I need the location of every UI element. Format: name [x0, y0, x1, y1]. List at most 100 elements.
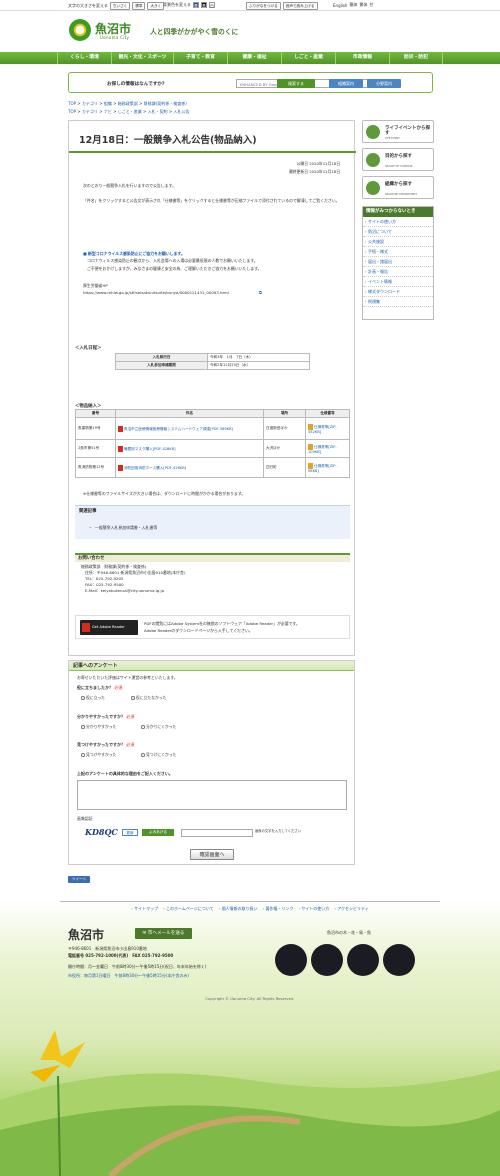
breadcrumb-link[interactable]: しごと・産業: [118, 109, 142, 114]
breadcrumb-link[interactable]: TOP: [68, 101, 76, 106]
table-row: 入札執行日 令和3年 1月 7日（木）: [115, 353, 310, 362]
search-panel: お探しの情報はなんですか? ENHANCED BY Google 検索する 組織…: [68, 72, 433, 93]
radio-icon[interactable]: [81, 753, 85, 757]
breadcrumb-link[interactable]: 入札公告: [174, 109, 190, 114]
tweet-button[interactable]: ツイート: [68, 876, 90, 883]
nav-item-industry[interactable]: しごと・産業: [281, 52, 335, 64]
table-row: 2魚市第51号 備蓄用マスク購入[PDF-428KB] 大沢ほか 仕様書等[ZI…: [75, 439, 350, 458]
file-size-note: ※仕様書等のファイルサイズが大きい場合は、ダウンロードに時間がかかる場合がありま…: [83, 491, 246, 496]
related-heading: 関連記事: [79, 509, 97, 514]
help-link[interactable]: 計画・報告: [363, 267, 433, 277]
breadcrumb-link[interactable]: カテゴリ: [82, 109, 98, 114]
breadcrumb-link[interactable]: TOP: [68, 109, 76, 114]
related-link[interactable]: 一般競争入札参加申請書・入札書等: [95, 525, 157, 531]
item-number: 2魚市第51号: [75, 439, 116, 458]
item-location: 四日町: [263, 457, 306, 478]
schedule-value: 令和3年 1月 7日（木）: [207, 353, 310, 362]
font-small-button[interactable]: ちいさく: [109, 2, 131, 10]
footer-link[interactable]: 個人情報の取り扱い: [219, 906, 258, 912]
breadcrumb-link[interactable]: 入札・契約: [148, 109, 168, 114]
nav-item-city-info[interactable]: 市政情報: [335, 52, 389, 64]
org-guide-button[interactable]: 組織案内: [329, 79, 363, 88]
q3-option-no[interactable]: 見つけにくかった: [141, 752, 176, 758]
captcha-refresh-button[interactable]: 更新: [122, 829, 138, 836]
department-button[interactable]: 組織から探す SEARCHBY DEPARTMENT: [362, 176, 434, 199]
schedule-value: 令和2年12月23日（水）: [207, 361, 310, 370]
pdf-icon: [118, 445, 123, 452]
mhlw-link[interactable]: https://www.mhlw.go.jp/stf/seisakunitsui…: [83, 290, 229, 296]
item-subject-link[interactable]: 備蓄用マスク購入[PDF-428KB]: [124, 447, 176, 451]
footer-link[interactable]: サイトマップ: [131, 906, 158, 912]
help-link[interactable]: 届出・諸届出: [363, 257, 433, 267]
radio-icon[interactable]: [81, 725, 85, 729]
help-link[interactable]: 例規集: [363, 297, 433, 307]
search-button[interactable]: 検索する: [277, 79, 315, 88]
help-link[interactable]: 魚沼について: [363, 227, 433, 237]
life-event-icon: [366, 125, 380, 139]
radio-icon[interactable]: [81, 696, 85, 700]
color-white-button[interactable]: 白: [208, 2, 215, 8]
city-logo-icon[interactable]: [69, 19, 91, 41]
lang-simplified[interactable]: 簡体: [349, 2, 357, 8]
speech-button[interactable]: 音声で読み上げる: [282, 2, 318, 10]
department-title: 組織から探す: [385, 182, 412, 187]
required-badge: 必須: [126, 714, 135, 719]
purpose-button[interactable]: 目的から探す SEARCH BY PURPOSE: [362, 148, 434, 171]
item-subject-link[interactable]: 消防団用消防ホース購入[PDF-426KB]: [124, 466, 186, 470]
nav-item-education[interactable]: 子育て・教育: [173, 52, 227, 64]
purpose-title: 目的から探す: [385, 154, 412, 159]
breadcrumb-link[interactable]: カテゴリ: [82, 101, 98, 106]
q1-option-no[interactable]: 役に立たなかった: [131, 695, 166, 701]
reason-textarea[interactable]: [77, 780, 347, 810]
help-link[interactable]: サイトの使い方: [363, 217, 433, 227]
corona-notice-title: ■ 新型コロナウイルス感染防止にご協力をお願いします。: [83, 251, 185, 256]
q2-option-no[interactable]: 分かりにくかった: [141, 724, 176, 730]
field-guide-button[interactable]: 分野案内: [367, 79, 401, 88]
font-normal-button[interactable]: 標準: [132, 2, 146, 10]
table-row: 魚消防物第12号 消防団用消防ホース購入[PDF-426KB] 四日町 仕様書等…: [75, 457, 350, 478]
color-black-button[interactable]: 黒: [200, 2, 207, 8]
q2-option-yes[interactable]: 分かりやすかった: [81, 724, 116, 730]
help-link[interactable]: 様式ダウンロード: [363, 287, 433, 297]
q3-option-yes[interactable]: 見つけやすかった: [81, 752, 116, 758]
breadcrumb-link[interactable]: 財務課(契約係・検査係): [144, 101, 187, 106]
captcha-input[interactable]: [181, 829, 253, 837]
radio-icon[interactable]: [141, 753, 145, 757]
life-event-button[interactable]: ライフイベントから探す LIFE EVENT: [362, 120, 434, 143]
option-label: 分かりにくかった: [146, 724, 177, 729]
nav-item-living[interactable]: くらし・環境: [57, 52, 111, 64]
help-link[interactable]: 公共施設: [363, 237, 433, 247]
footer-link[interactable]: このホームページについて: [163, 906, 214, 912]
font-large-button[interactable]: 大きく: [147, 2, 165, 10]
radio-icon[interactable]: [131, 696, 135, 700]
contact-email-link[interactable]: E-Mail：keiyakukensa@city.uonuma.lg.jp: [85, 588, 164, 594]
radio-icon[interactable]: [141, 725, 145, 729]
help-link[interactable]: イベント情報: [363, 277, 433, 287]
confirm-button[interactable]: 確認画面へ: [190, 849, 234, 860]
nav-item-disaster[interactable]: 防災・防犯: [389, 52, 443, 64]
item-subject-link[interactable]: 魚沼市立医療情報医療情報システムハードウェア調達[PDF-589KB]: [124, 427, 233, 431]
furigana-button[interactable]: ふりがなをつける: [246, 2, 281, 10]
footer-link[interactable]: サイトの使い方: [298, 906, 329, 912]
footer-link[interactable]: 著作権・リンク: [263, 906, 293, 912]
mail-button-label: 市へメールを送る: [147, 931, 185, 936]
lang-english[interactable]: English: [333, 3, 347, 8]
breadcrumb-link[interactable]: ナビ: [104, 109, 112, 114]
footer-link[interactable]: アクセシビリティ: [334, 906, 369, 912]
corona-notice-body2: ご不便をおかけしますが、みなさまの健康と安全の為、ご理解いただきご協力をお願いい…: [87, 266, 262, 271]
global-nav: くらし・環境 観光・文化・スポーツ 子育て・教育 健康・福祉 しごと・産業 市政…: [0, 52, 500, 64]
breadcrumb-link[interactable]: 総務政策部: [118, 101, 138, 106]
lang-traditional[interactable]: 繁体: [359, 2, 367, 8]
color-blue-button[interactable]: 青: [192, 2, 199, 8]
item-spec-cell: 仕様書等[ZIP-452KB]: [305, 417, 350, 440]
nav-item-health[interactable]: 健康・福祉: [227, 52, 281, 64]
nav-item-tourism[interactable]: 観光・文化・スポーツ: [111, 52, 173, 64]
table-header-row: 番号 件名 場所 仕様書等: [75, 409, 350, 418]
captcha-audio-button[interactable]: よみあげる: [142, 829, 174, 836]
mail-button[interactable]: ✉ 市へメールを送る: [135, 928, 192, 939]
help-link[interactable]: 手続・様式: [363, 247, 433, 257]
required-badge: 必須: [126, 742, 135, 747]
lang-korean[interactable]: 한: [369, 2, 373, 8]
breadcrumb-link[interactable]: 組織: [104, 101, 112, 106]
q1-option-yes[interactable]: 役に立った: [81, 695, 105, 701]
